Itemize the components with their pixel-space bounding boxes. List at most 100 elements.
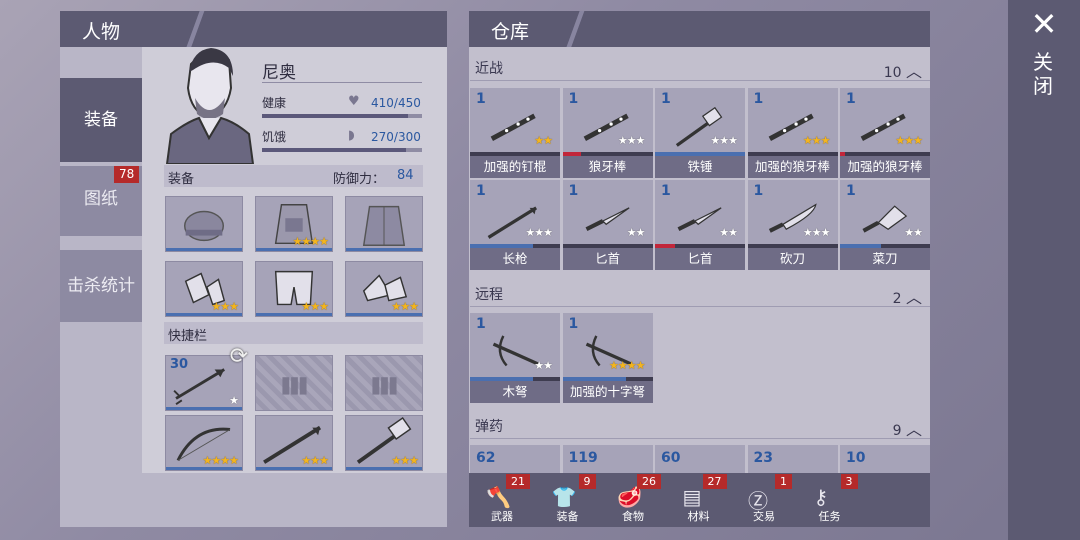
jacket-icon [362,205,406,246]
tab-blueprints-label: 图纸 [84,189,118,209]
stomach-icon: ◗ [348,128,355,143]
storage-item[interactable]: 1 ★★★ 加强的狼牙棒 [747,88,838,178]
blueprints-badge: 78 [114,166,140,183]
item-count: 10 [846,450,866,466]
health-bar [262,114,422,118]
durability-bar [166,407,242,410]
durability-bar [166,467,242,470]
rarity-stars: ★★★ [211,300,239,313]
item-count: 1 [753,183,764,199]
storage-item[interactable]: 1 ★★ 匕首 [562,180,653,270]
chevron-up-icon: ︿ [905,62,922,81]
ammo-section-header[interactable]: 弹药 9 ︿ [470,410,930,439]
storage-item[interactable]: 1 ★★★ 狼牙棒 [562,88,653,178]
hunger-label: 饥饿 [262,130,287,144]
swap-icon[interactable]: ⟳ [230,344,248,369]
equipment-slot[interactable]: ★★★★ [255,196,333,252]
item-name: 加强的钉棍 [470,156,560,178]
ranged-count: 2 [892,291,902,307]
item-count: 1 [568,183,579,199]
tab-equipment[interactable]: 装备 [60,78,142,162]
storage-item[interactable]: 1 ★★★ 长枪 [470,180,560,270]
quickbar-slot[interactable]: ★★★★ [165,415,243,471]
rarity-stars: ★★★★ [292,235,329,248]
durability-bar [256,467,332,470]
health-value: 410/450 [371,96,421,110]
ammo-label: 弹药 [475,419,503,435]
storage-header: 仓库 [469,11,930,47]
planks-icon: ▤ [682,485,702,509]
defense-value: 84 [397,168,414,183]
quickbar-label: 快捷栏 [168,329,208,344]
storage-item[interactable]: 60 [655,445,745,473]
beanie-icon [183,210,225,242]
item-name: 加强的十字弩 [562,381,653,403]
storage-item[interactable]: 1 ★★★ 加强的狼牙棒 [840,88,930,178]
category-tab[interactable]: 🪓 21 武器 [470,473,534,527]
quickbar-count: 30 [170,357,189,372]
durability-bar [166,248,242,251]
quickbar-slot[interactable]: 30 ★ ⟳ [165,344,248,411]
item-name: 砍刀 [747,248,838,270]
equipment-slot[interactable]: ★★★ [255,261,333,317]
equipment-slot[interactable] [165,196,243,252]
category-tab[interactable]: ▤ 27 材料 [667,473,731,527]
durability-bar [256,248,332,251]
quickbar-slot[interactable]: ★★★ [255,415,333,471]
rarity-stars: ★★★ [525,226,553,239]
rarity-stars: ★★★ [802,226,831,239]
durability-bar [346,313,422,316]
quickbar-slot[interactable] [255,355,333,411]
quickbar-slot[interactable] [345,355,423,411]
equipment-slot[interactable] [345,196,423,252]
rarity-stars: ★★★ [895,134,923,147]
storage-item[interactable]: 1 ★★ 加强的钉棍 [470,88,560,178]
storage-item[interactable]: 1 ★★ 菜刀 [840,180,930,270]
category-label: 材料 [687,510,710,523]
melee-count: 10 [883,65,902,81]
durability-bar [256,313,332,316]
category-label: 装备 [556,510,579,523]
ranged-label: 远程 [475,287,503,303]
storage-item[interactable]: 1 ★★★★ 加强的十字弩 [562,313,653,403]
rarity-stars: ★★ [534,359,553,372]
rarity-stars: ★★★★ [202,454,239,467]
storage-item[interactable]: 62 [470,445,560,473]
rarity-stars: ★★★ [301,454,329,467]
tab-kill-stats[interactable]: 击杀统计 [60,250,142,322]
category-tab[interactable]: 👕 9 装备 [536,473,600,527]
storage-item[interactable]: 1 ★★★ 砍刀 [747,180,838,270]
melee-section-header[interactable]: 近战 10 ︿ [470,52,930,81]
chevron-up-icon: ︿ [905,420,922,439]
storage-item[interactable]: 1 ★★ 匕首 [655,180,745,270]
item-count: 60 [661,450,681,466]
heart-icon: ♥ [348,94,360,109]
category-tab[interactable]: Ⓩ 1 交易 [732,473,796,527]
item-count: 62 [476,450,496,466]
category-badge: 27 [702,474,727,489]
storage-item[interactable]: 1 ★★★ 铁锤 [655,88,745,178]
hunger-bar [262,148,422,152]
character-name: 尼奥 [262,63,296,83]
storage-item[interactable]: 10 [840,445,930,473]
item-name: 菜刀 [840,248,930,270]
ranged-section-header[interactable]: 远程 2 ︿ [470,278,930,307]
close-button[interactable]: ✕ 关闭 [1022,6,1066,116]
category-tab[interactable]: ⚷ 3 任务 [798,473,862,527]
storage-item[interactable]: 119 [562,445,653,473]
storage-item[interactable]: 1 ★★ 木弩 [470,313,560,403]
quickbar-slot[interactable]: ★★★ [345,415,423,471]
health-label: 健康 [262,96,287,110]
close-label: 关闭 [1033,50,1053,98]
category-badge: 21 [506,474,530,489]
equipment-slot[interactable]: ★★★ [345,261,423,317]
rarity-stars: ★★★ [391,454,419,467]
item-name: 加强的狼牙棒 [840,156,930,178]
rarity-stars: ★★ [626,226,646,239]
storage-item[interactable]: 23 [747,445,838,473]
equipment-slot[interactable]: ★★★ [165,261,243,317]
category-label: 任务 [818,510,841,523]
item-name: 长枪 [470,248,560,270]
category-tab[interactable]: 🥩 26 食物 [601,473,665,527]
category-badge: 3 [840,474,858,489]
